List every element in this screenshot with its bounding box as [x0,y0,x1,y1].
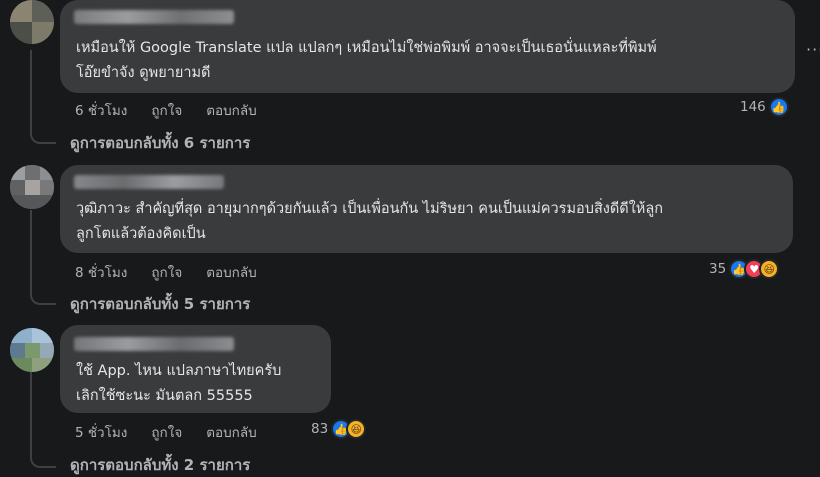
like-icon: 👍 [768,97,789,117]
reply-button[interactable]: ตอบกลับ [206,421,256,443]
avatar[interactable] [10,328,54,372]
reaction-count: 83 [311,421,329,437]
like-button[interactable]: ถูกใจ [151,421,182,443]
reply-button[interactable]: ตอบกลับ [206,261,256,283]
comment-text: วุฒิภาวะ สำคัญที่สุด อายุมากๆด้วยกันแล้ว… [76,201,664,242]
comment-text: เหมือนให้ Google Translate แปล แปลกๆ เหม… [76,40,657,81]
reaction-summary[interactable]: 83 👍 😆 [311,419,367,439]
comment-bubble: ใช้ App. ไหน แปลภาษาไทยครับ เลิกใช้ซะนะ … [60,325,331,413]
comment-time[interactable]: 6 ชั่วโมง [75,99,127,121]
reply-button[interactable]: ตอบกลับ [206,99,256,121]
thread-line [30,50,32,130]
view-replies-link[interactable]: ดูการตอบกลับทั้ง 5 รายการ [70,292,250,316]
haha-icon: 😆 [759,259,780,279]
haha-icon: 😆 [346,419,367,439]
view-replies-link[interactable]: ดูการตอบกลับทั้ง 2 รายการ [70,453,250,477]
comment-text: ใช้ App. ไหน แปลภาษาไทยครับ เลิกใช้ซะนะ … [76,363,282,404]
comment-bubble: เหมือนให้ Google Translate แปล แปลกๆ เหม… [60,0,795,93]
like-button[interactable]: ถูกใจ [151,261,182,283]
author-name-blurred[interactable] [74,337,234,351]
comment-time[interactable]: 8 ชั่วโมง [75,261,127,283]
reaction-summary[interactable]: 35 👍 ♥ 😆 [709,259,780,279]
reaction-count: 35 [709,261,727,277]
author-name-blurred[interactable] [74,10,234,24]
reaction-summary[interactable]: 146 👍 [740,97,789,117]
view-replies-link[interactable]: ดูการตอบกลับทั้ง 6 รายการ [70,131,250,155]
thread-line [30,372,32,454]
like-button[interactable]: ถูกใจ [151,99,182,121]
comment-bubble: วุฒิภาวะ สำคัญที่สุด อายุมากๆด้วยกันแล้ว… [60,165,793,253]
reaction-count: 146 [740,99,766,115]
comment-time[interactable]: 5 ชั่วโมง [75,421,127,443]
comment-actions: 6 ชั่วโมง ถูกใจ ตอบกลับ [75,99,257,121]
comment-actions: 5 ชั่วโมง ถูกใจ ตอบกลับ [75,421,257,443]
more-options-icon[interactable]: ··· [806,40,820,59]
avatar[interactable] [10,165,54,209]
reply-connector [30,128,56,144]
comment-actions: 8 ชั่วโมง ถูกใจ ตอบกลับ [75,261,257,283]
avatar[interactable] [10,0,54,44]
reply-connector [30,289,56,305]
thread-line [30,210,32,292]
reply-connector [30,452,56,468]
author-name-blurred[interactable] [74,175,224,189]
